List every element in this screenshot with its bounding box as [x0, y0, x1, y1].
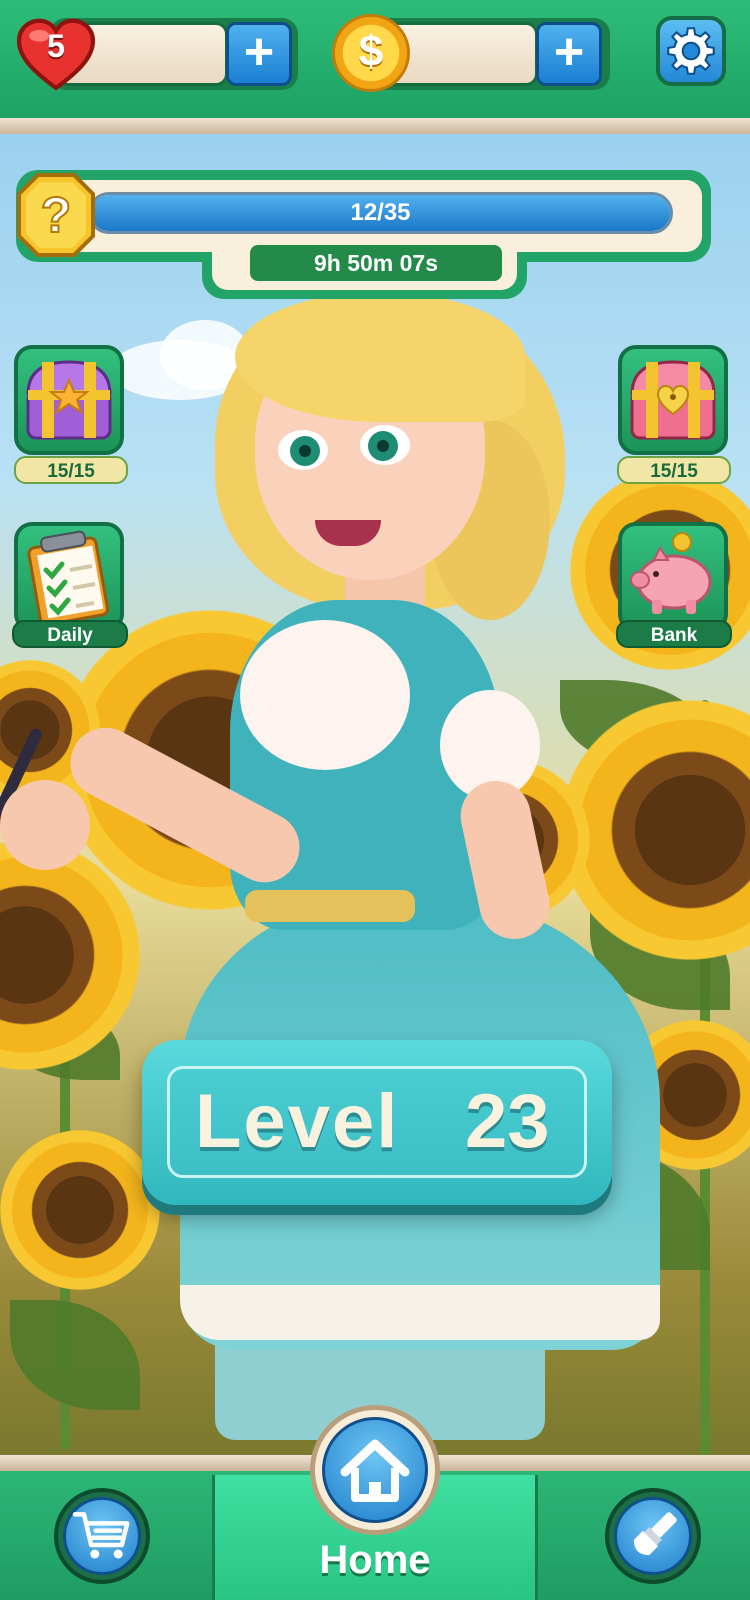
daily-label: Daily: [12, 620, 128, 648]
question-mark-icon: ?: [17, 173, 95, 257]
home-button[interactable]: [322, 1417, 428, 1523]
pink-treasure-chest-icon: [630, 360, 716, 440]
paintbrush-icon: [633, 1512, 677, 1556]
coin-icon: $: [332, 14, 410, 92]
daily-checklist-icon: [27, 530, 110, 626]
purple-chest-count: 15/15: [14, 456, 128, 484]
gear-icon: [667, 27, 715, 75]
home-label: Home: [319, 1538, 431, 1582]
level-word: Level: [195, 1079, 400, 1164]
top-bar-rail: [0, 118, 750, 134]
quest-timer: 9h 50m 07s: [250, 245, 502, 281]
lives-count: 5: [47, 28, 65, 64]
pink-chest-count: 15/15: [617, 456, 731, 484]
add-coins-button[interactable]: +: [536, 22, 602, 86]
question-mark-glyph: ?: [41, 187, 72, 243]
purple-treasure-chest-icon: [26, 360, 112, 440]
piggy-bank-icon: [630, 532, 712, 614]
bank-label: Bank: [616, 620, 732, 648]
add-lives-button[interactable]: +: [226, 22, 292, 86]
level-number: 23: [465, 1079, 550, 1164]
quest-progress-text: 12/35: [350, 199, 411, 226]
settings-button[interactable]: [656, 16, 726, 86]
shopping-cart-icon: [72, 1512, 130, 1559]
home-icon: [340, 1439, 410, 1502]
